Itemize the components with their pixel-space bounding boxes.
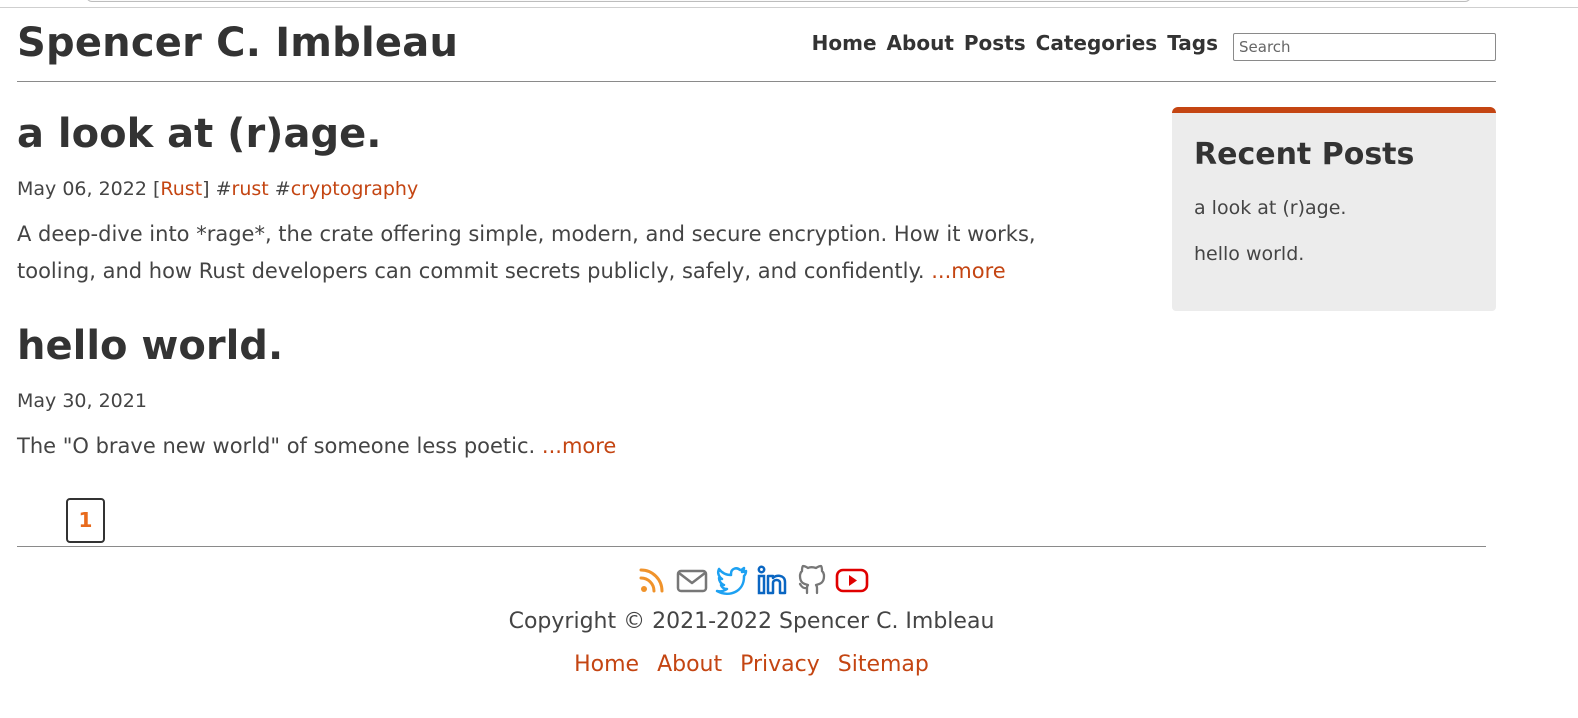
post-summary-text: A deep-dive into *rage*, the crate offer… xyxy=(17,222,1036,283)
rss-icon[interactable] xyxy=(635,563,669,597)
post-item: a look at (r)age. May 06, 2022 [Rust] #r… xyxy=(17,106,1127,290)
site-title[interactable]: Spencer C. Imbleau xyxy=(17,20,458,66)
post-meta: May 06, 2022 [Rust] #rust #cryptography xyxy=(17,176,1127,202)
nav-categories[interactable]: Categories xyxy=(1036,31,1158,55)
copyright-text: Copyright © 2021-2022 Spencer C. Imbleau xyxy=(508,609,995,634)
post-list: a look at (r)age. May 06, 2022 [Rust] #r… xyxy=(17,106,1127,465)
post-date: May 30, 2021 xyxy=(17,390,147,412)
recent-post-link[interactable]: a look at (r)age. xyxy=(1194,197,1474,219)
post-title[interactable]: hello world. xyxy=(17,318,1127,374)
address-bar[interactable] xyxy=(86,0,1471,2)
nav-home[interactable]: Home xyxy=(812,31,877,55)
footer-links: Home About Privacy Sitemap xyxy=(17,652,1486,677)
youtube-icon[interactable] xyxy=(835,563,869,597)
post-item: hello world. May 30, 2021 The "O brave n… xyxy=(17,318,1127,465)
browser-top-edge xyxy=(0,0,1578,8)
read-more-link[interactable]: ...more xyxy=(542,434,616,458)
read-more-link[interactable]: ...more xyxy=(931,259,1005,283)
footer-link-about[interactable]: About xyxy=(657,652,722,677)
twitter-icon[interactable] xyxy=(715,563,749,597)
nav-tags[interactable]: Tags xyxy=(1167,31,1218,55)
category-bracket-close: ] xyxy=(202,178,210,200)
social-links xyxy=(17,563,1486,597)
post-meta: May 30, 2021 xyxy=(17,388,1127,414)
footer-link-sitemap[interactable]: Sitemap xyxy=(838,652,929,677)
post-tag-link[interactable]: cryptography xyxy=(291,178,419,200)
main-nav: Home About Posts Categories Tags xyxy=(812,31,1218,55)
page-number-current[interactable]: 1 xyxy=(66,498,105,543)
pagination: 1 xyxy=(66,498,105,543)
footer-link-privacy[interactable]: Privacy xyxy=(740,652,820,677)
site-footer: Copyright © 2021-2022 Spencer C. Imbleau… xyxy=(17,546,1486,677)
recent-post-link[interactable]: hello world. xyxy=(1194,243,1474,265)
linkedin-icon[interactable] xyxy=(755,563,789,597)
post-summary: The "O brave new world" of someone less … xyxy=(17,428,1112,465)
recent-posts-widget: Recent Posts a look at (r)age. hello wor… xyxy=(1172,107,1496,311)
tag-hash: # xyxy=(215,178,232,200)
recent-posts-title: Recent Posts xyxy=(1194,137,1415,172)
page: Spencer C. Imbleau Home About Posts Cate… xyxy=(17,8,1496,677)
post-summary: A deep-dive into *rage*, the crate offer… xyxy=(17,216,1112,290)
nav-about[interactable]: About xyxy=(887,31,954,55)
footer-link-home[interactable]: Home xyxy=(574,652,639,677)
post-tag-link[interactable]: rust xyxy=(232,178,269,200)
post-date: May 06, 2022 xyxy=(17,178,147,200)
tag-hash: # xyxy=(274,178,291,200)
github-icon[interactable] xyxy=(795,563,829,597)
post-category-link[interactable]: Rust xyxy=(160,178,202,200)
post-summary-text: The "O brave new world" of someone less … xyxy=(17,434,536,458)
site-header: Spencer C. Imbleau Home About Posts Cate… xyxy=(17,8,1496,82)
post-title[interactable]: a look at (r)age. xyxy=(17,106,1127,162)
search-input[interactable] xyxy=(1233,33,1496,61)
nav-posts[interactable]: Posts xyxy=(964,31,1026,55)
email-icon[interactable] xyxy=(675,563,709,597)
